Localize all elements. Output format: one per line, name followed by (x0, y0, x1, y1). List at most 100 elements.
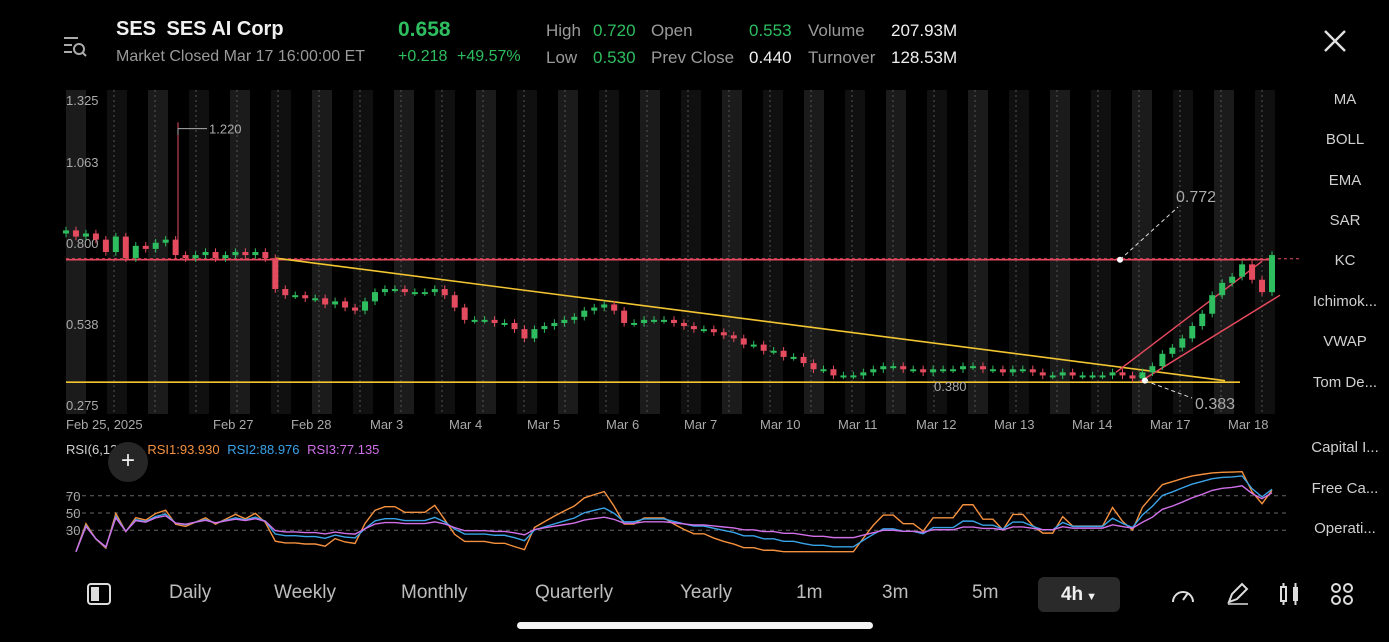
candle (561, 319, 568, 323)
draw-pen-icon[interactable] (1225, 582, 1251, 611)
period-active-label: 4h (1060, 584, 1084, 605)
candle (342, 301, 349, 308)
tab-yearly[interactable]: Yearly (680, 582, 732, 604)
annotation-0772: 0.772 (1176, 189, 1216, 206)
candle (611, 304, 618, 311)
candle (152, 242, 159, 249)
candle (511, 322, 518, 330)
candle (162, 239, 169, 243)
candle (192, 255, 199, 259)
candlestick-icon[interactable] (1278, 582, 1302, 611)
indicator-ma[interactable]: MA (1305, 91, 1385, 108)
tab-daily[interactable]: Daily (169, 582, 211, 604)
session-band (312, 90, 332, 414)
session-band (517, 90, 537, 414)
candle (969, 366, 976, 369)
candle (820, 369, 827, 372)
session-band (1132, 90, 1152, 414)
candle (601, 304, 608, 308)
candle (92, 233, 99, 240)
layout-toggle-icon[interactable] (86, 582, 112, 606)
candle (72, 230, 79, 237)
candle (142, 245, 149, 249)
candle (700, 329, 707, 332)
session-band (271, 90, 291, 414)
price-chart[interactable]: 1.3251.0630.8000.5380.2751.2200.7720.380… (0, 0, 1300, 560)
session-band (599, 90, 619, 414)
tab-monthly[interactable]: Monthly (401, 582, 468, 604)
candle (631, 322, 638, 325)
session-band (558, 90, 578, 414)
speedometer-icon[interactable] (1170, 582, 1196, 611)
session-band (353, 90, 373, 414)
add-indicator-button[interactable]: + (108, 442, 148, 482)
x-tick-label: Mar 4 (449, 417, 482, 432)
candle (1239, 264, 1246, 277)
candle (690, 326, 697, 330)
candle (870, 369, 877, 373)
tab-1m[interactable]: 1m (796, 582, 822, 604)
rsi1-value: RSI1:93.930 (147, 442, 220, 457)
session-band (1173, 90, 1193, 414)
candle (1119, 372, 1126, 376)
candle (1259, 279, 1266, 293)
candle (272, 258, 279, 290)
candle (282, 289, 289, 296)
session-band (66, 90, 86, 414)
candle (132, 245, 139, 259)
tab-weekly[interactable]: Weekly (274, 582, 336, 604)
indicator-free-ca[interactable]: Free Ca... (1305, 480, 1385, 497)
grid-apps-icon[interactable] (1330, 582, 1354, 611)
candle (182, 255, 189, 259)
candle (421, 292, 428, 295)
x-tick-label: Feb 25, 2025 (66, 417, 143, 432)
candle (591, 307, 598, 311)
indicator-vwap[interactable]: VWAP (1305, 333, 1385, 350)
x-tick-label: Mar 10 (760, 417, 800, 432)
candle (1249, 264, 1256, 280)
session-band (722, 90, 742, 414)
indicator-kc[interactable]: KC (1305, 252, 1385, 269)
indicator-ichimok[interactable]: Ichimok... (1305, 293, 1385, 310)
indicator-boll[interactable]: BOLL (1305, 131, 1385, 148)
indicator-operati[interactable]: Operati... (1305, 520, 1385, 537)
candle (680, 322, 687, 327)
x-tick-label: Mar 17 (1150, 417, 1190, 432)
candle (1009, 369, 1016, 373)
rsi3-value: RSI3:77.135 (307, 442, 380, 457)
close-icon[interactable] (1322, 28, 1348, 54)
tab-3m[interactable]: 3m (882, 582, 908, 604)
candle (82, 233, 89, 237)
candle (790, 356, 797, 359)
candle (661, 319, 668, 322)
candle (651, 319, 658, 322)
candle (491, 319, 498, 323)
candle (1089, 375, 1096, 378)
candle (102, 239, 109, 252)
candle (411, 292, 418, 295)
candle (910, 369, 917, 372)
candle (1059, 372, 1066, 376)
candle (1149, 366, 1156, 373)
candle (501, 322, 508, 325)
candle (451, 295, 458, 308)
indicator-tom-de[interactable]: Tom De... (1305, 374, 1385, 391)
candle (750, 344, 757, 347)
indicator-ema[interactable]: EMA (1305, 172, 1385, 189)
tab-quarterly[interactable]: Quarterly (535, 582, 613, 604)
candle (920, 369, 927, 373)
annotation-0383: 0.383 (1195, 396, 1235, 413)
candle (461, 307, 468, 320)
indicator-capital-i[interactable]: Capital I... (1305, 439, 1385, 456)
candle (262, 252, 269, 259)
tab-5m[interactable]: 5m (972, 582, 998, 604)
candle (670, 319, 677, 323)
candle (621, 310, 628, 323)
candle (890, 366, 897, 369)
x-tick-label: Mar 3 (370, 417, 403, 432)
period-4h-dropdown[interactable]: 4h ▼ (1038, 577, 1120, 612)
x-tick-label: Mar 18 (1228, 417, 1268, 432)
candle (1129, 375, 1136, 379)
candle (1219, 282, 1226, 296)
indicator-sar[interactable]: SAR (1305, 212, 1385, 229)
